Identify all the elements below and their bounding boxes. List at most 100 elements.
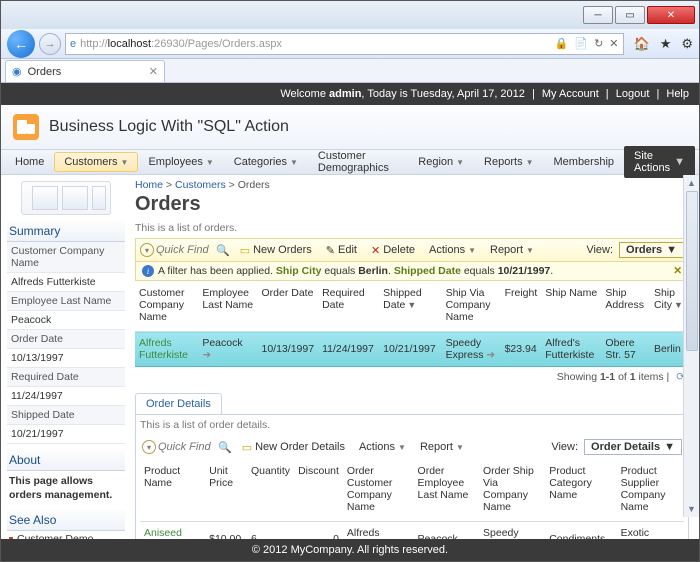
details-view-selector[interactable]: Order Details▼ [584, 439, 682, 455]
orders-row-selected[interactable]: Alfreds Futterkiste Peacock ➜ 10/13/1997… [135, 332, 689, 367]
col-header[interactable]: Unit Price [205, 459, 247, 522]
welcome-bar: Welcome admin, Today is Tuesday, April 1… [1, 83, 699, 105]
app-logo-icon [13, 114, 39, 140]
col-header[interactable]: Quantity [247, 459, 294, 522]
tab-close-icon[interactable]: ✕ [149, 65, 158, 78]
footer-text: © 2012 MyCompany. All rights reserved. [252, 544, 448, 556]
col-header[interactable]: Freight [501, 281, 542, 332]
col-header[interactable]: Discount [294, 459, 343, 522]
sidebar-header-image [21, 181, 111, 215]
page-title: Orders [135, 193, 689, 216]
col-header[interactable]: Product Supplier Company Name [617, 459, 684, 522]
maximize-button[interactable]: ▭ [615, 6, 645, 24]
delete-button[interactable]: ✕Delete [367, 242, 419, 259]
menu-customer-demographics[interactable]: Customer Demographics [308, 146, 408, 178]
window-title-bar: ─ ▭ ✕ [1, 1, 699, 29]
forward-button[interactable]: → [39, 33, 61, 55]
app-title-bar: Business Logic With "SQL" Action [1, 105, 699, 149]
summary-value: Peacock [7, 311, 125, 330]
col-header[interactable]: Product Name [140, 459, 205, 522]
edit-icon: ✎ [326, 244, 335, 257]
summary-key: Order Date [7, 330, 125, 349]
col-header[interactable]: Required Date [318, 281, 379, 332]
filter-clear-icon[interactable]: ✕ [673, 265, 682, 277]
menu-employees[interactable]: Employees▼ [138, 152, 223, 172]
chevron-down-icon: ▼ [290, 158, 298, 167]
vertical-scrollbar[interactable]: ▲ ▼ [683, 175, 699, 517]
scroll-up-icon[interactable]: ▲ [684, 175, 699, 191]
app-title: Business Logic With "SQL" Action [49, 118, 289, 136]
new-orders-button[interactable]: ▭New Orders [236, 242, 316, 259]
my-account-link[interactable]: My Account [542, 88, 599, 100]
new-icon: ▭ [242, 441, 252, 454]
menu-customers[interactable]: Customers▼ [54, 152, 138, 172]
cell-link[interactable]: Aniseed Syrup [144, 527, 182, 539]
back-button[interactable]: ← [7, 30, 35, 58]
summary-key: Customer Company Name [7, 242, 125, 273]
details-tab-header: Order Details [135, 393, 689, 414]
details-quick-find-input[interactable] [158, 441, 216, 453]
site-actions-button[interactable]: Site Actions▼ [624, 146, 695, 178]
col-header[interactable]: Order Employee Last Name [414, 459, 479, 522]
compat-icon[interactable]: 📄 [574, 37, 588, 50]
col-header[interactable]: Customer Company Name [135, 281, 198, 332]
quick-find-dropdown-icon[interactable]: ▾ [140, 243, 154, 257]
orders-toolbar: ▾ 🔍 ▭New Orders ✎Edit ✕Delete Actions▼ R… [135, 238, 689, 262]
stop-icon[interactable]: ✕ [609, 37, 618, 50]
col-header[interactable]: Shipped Date▼ [379, 281, 441, 332]
quick-find-input[interactable] [156, 244, 214, 256]
actions-dropdown[interactable]: Actions▼ [425, 242, 480, 258]
chevron-down-icon: ▼ [206, 158, 214, 167]
tools-icon[interactable]: ⚙ [681, 36, 693, 52]
favorites-icon[interactable]: ★ [660, 36, 672, 52]
summary-key: Employee Last Name [7, 292, 125, 311]
details-quick-find: ▾ 🔍 [142, 440, 232, 454]
breadcrumb-link[interactable]: Home [135, 179, 163, 191]
refresh-icon[interactable]: ↻ [594, 37, 603, 50]
logout-link[interactable]: Logout [616, 88, 650, 100]
quick-find-dropdown-icon[interactable]: ▾ [142, 440, 156, 454]
main-content: Home > Customers > Orders Orders This is… [131, 175, 699, 539]
menu-reports[interactable]: Reports▼ [474, 152, 543, 172]
menu-home[interactable]: Home [5, 152, 54, 172]
col-header[interactable]: Employee Last Name [198, 281, 257, 332]
scroll-down-icon[interactable]: ▼ [684, 501, 699, 517]
menu-membership[interactable]: Membership [544, 152, 625, 172]
browser-tab[interactable]: ◉ Orders ✕ [5, 60, 165, 82]
row-arrow-icon[interactable]: ➜ [202, 349, 211, 361]
scroll-thumb[interactable] [686, 191, 698, 351]
cell-link[interactable]: Alfreds Futterkiste [139, 337, 188, 361]
report-dropdown[interactable]: Report▼ [486, 242, 538, 258]
row-arrow-icon[interactable]: ➜ [486, 349, 495, 361]
page-footer: © 2012 MyCompany. All rights reserved. [1, 539, 699, 561]
breadcrumb-link[interactable]: Customers [175, 179, 226, 191]
search-icon[interactable]: 🔍 [216, 244, 230, 257]
edit-button[interactable]: ✎Edit [322, 242, 361, 259]
col-header[interactable]: Ship Via Company Name [442, 281, 501, 332]
details-row[interactable]: Aniseed Syrup $10.00 6 0 Alfreds Futterk… [140, 522, 684, 539]
help-link[interactable]: Help [666, 88, 689, 100]
tab-order-details[interactable]: Order Details [135, 393, 222, 414]
view-selector[interactable]: Orders▼ [619, 242, 684, 258]
minimize-button[interactable]: ─ [583, 6, 613, 24]
chevron-down-icon: ▼ [526, 246, 534, 255]
menu-region[interactable]: Region▼ [408, 152, 474, 172]
summary-value: Alfreds Futterkiste [7, 273, 125, 292]
details-actions-dropdown[interactable]: Actions▼ [355, 439, 410, 455]
tab-title: Orders [28, 66, 62, 78]
menu-categories[interactable]: Categories▼ [224, 152, 308, 172]
new-icon: ▭ [240, 244, 250, 257]
col-header[interactable]: Order Date [258, 281, 319, 332]
col-header[interactable]: Order Customer Company Name [343, 459, 414, 522]
summary-panel: Customer Company Name Alfreds Futterkist… [7, 242, 125, 444]
home-icon[interactable]: 🏠 [634, 36, 650, 52]
col-header[interactable]: Product Category Name [545, 459, 616, 522]
details-report-dropdown[interactable]: Report▼ [416, 439, 468, 455]
search-icon[interactable]: 🔍 [218, 441, 232, 454]
address-bar[interactable]: e http://localhost:26930/Pages/Orders.as… [65, 33, 624, 55]
col-header[interactable]: Ship Address [601, 281, 650, 332]
col-header[interactable]: Order Ship Via Company Name [479, 459, 545, 522]
close-button[interactable]: ✕ [647, 6, 695, 24]
new-order-details-button[interactable]: ▭New Order Details [238, 439, 349, 456]
col-header[interactable]: Ship Name [541, 281, 601, 332]
